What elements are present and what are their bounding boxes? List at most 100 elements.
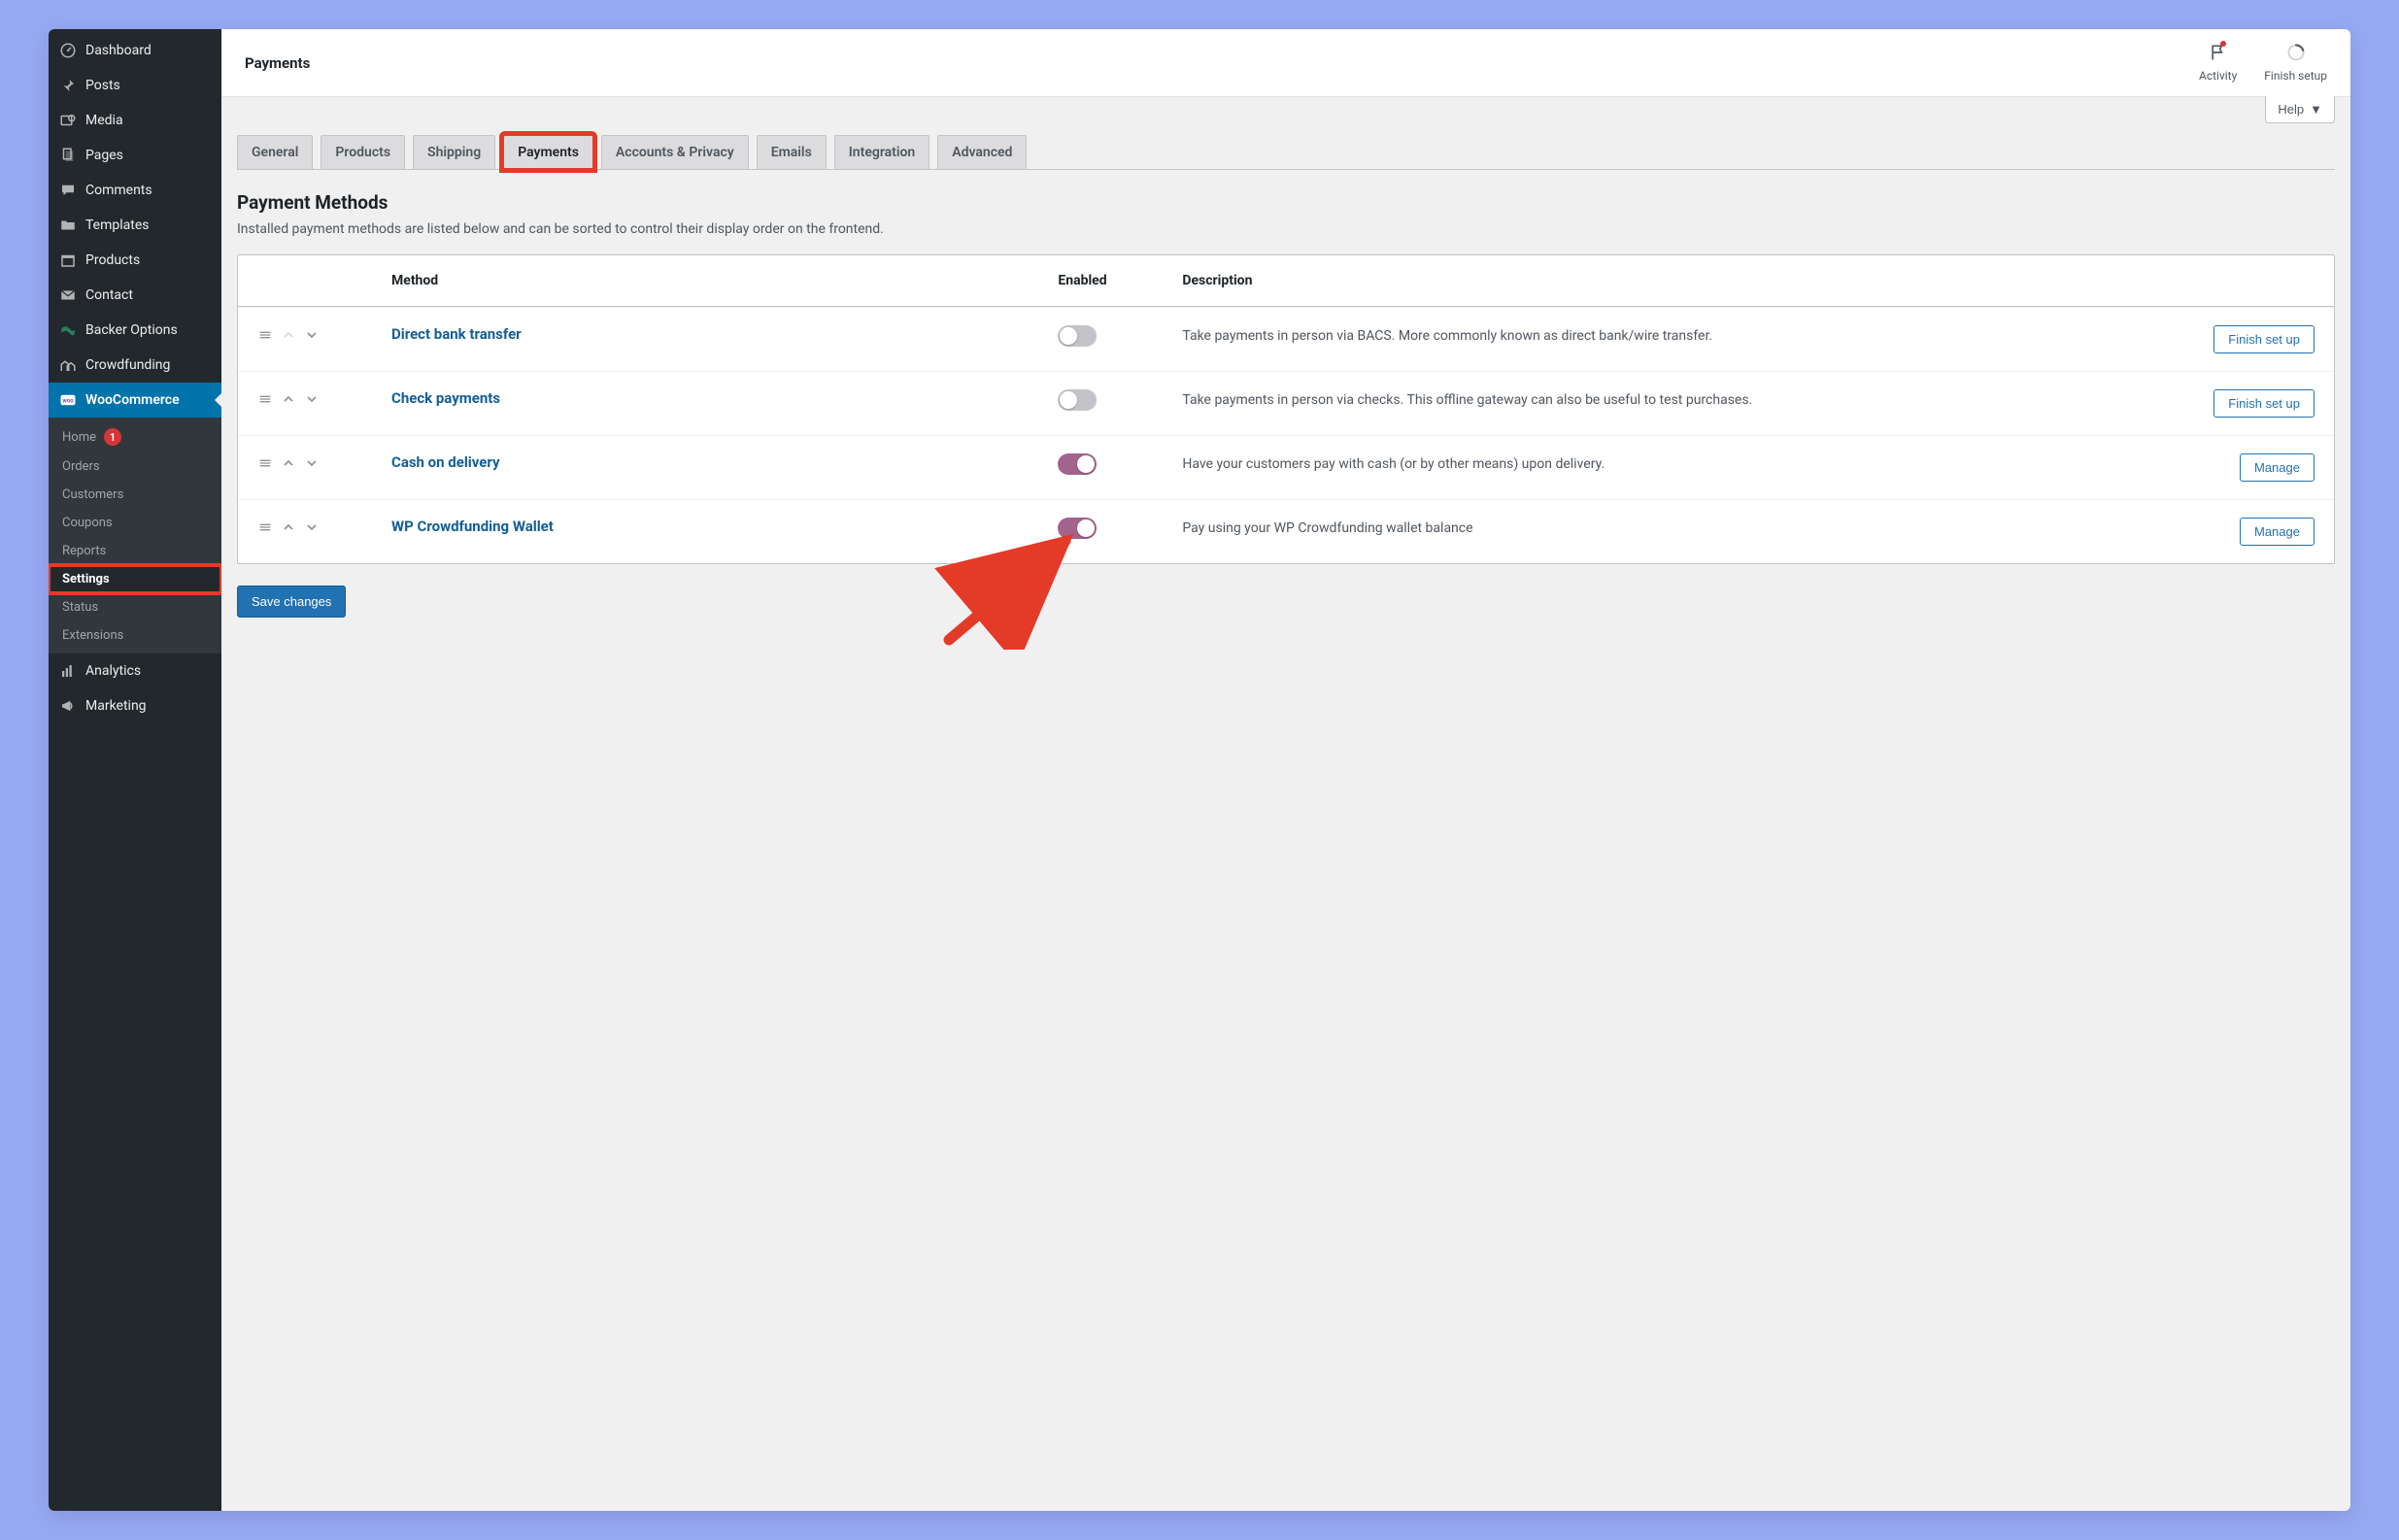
analytics-icon — [58, 661, 78, 681]
sidebar-sub-label: Orders — [62, 459, 100, 474]
move-down-icon[interactable] — [304, 519, 320, 539]
tab-label: General — [252, 145, 298, 160]
row-action-button[interactable]: Finish set up — [2213, 325, 2315, 353]
comment-icon — [58, 181, 78, 200]
tab-advanced[interactable]: Advanced — [937, 135, 1027, 169]
tab-label: Integration — [849, 145, 915, 160]
sidebar-item-pages[interactable]: Pages — [49, 138, 221, 173]
sidebar-sub-reports[interactable]: Reports — [49, 537, 221, 565]
payment-method-link[interactable]: WP Crowdfunding Wallet — [391, 518, 554, 535]
row-action-button[interactable]: Finish set up — [2213, 389, 2315, 418]
row-action-button[interactable]: Manage — [2240, 453, 2315, 482]
activity-dot-icon — [2220, 41, 2226, 47]
row-reorder-controls — [257, 325, 384, 347]
table-row: WP Crowdfunding WalletPay using your WP … — [238, 499, 2334, 563]
drag-handle-icon[interactable] — [257, 455, 273, 475]
sidebar-item-templates[interactable]: Templates — [49, 208, 221, 243]
help-dropdown[interactable]: Help ▼ — [2265, 96, 2335, 123]
payment-method-description: Take payments in person via checks. This… — [1182, 389, 2171, 411]
help-label: Help — [2278, 102, 2304, 117]
tab-label: Advanced — [952, 145, 1012, 160]
enabled-toggle[interactable] — [1058, 518, 1097, 539]
sidebar-sub-customers[interactable]: Customers — [49, 481, 221, 509]
tab-shipping[interactable]: Shipping — [413, 135, 495, 169]
row-action-label: Manage — [2254, 460, 2300, 475]
megaphone-icon — [58, 696, 78, 716]
sidebar-item-label: Pages — [85, 148, 123, 163]
sidebar-item-media[interactable]: Media — [49, 103, 221, 138]
finish-setup-button[interactable]: Finish setup — [2264, 43, 2327, 83]
tab-integration[interactable]: Integration — [834, 135, 929, 169]
sidebar-item-comments[interactable]: Comments — [49, 173, 221, 208]
enabled-toggle[interactable] — [1058, 389, 1097, 411]
flag-icon — [2209, 43, 2228, 65]
move-up-icon[interactable] — [281, 391, 296, 411]
drag-handle-icon[interactable] — [257, 327, 273, 347]
row-action-button[interactable]: Manage — [2240, 518, 2315, 546]
tab-general[interactable]: General — [237, 135, 313, 169]
media-icon — [58, 111, 78, 130]
activity-label: Activity — [2199, 69, 2237, 83]
settings-tabs: General ProductsShippingPaymentsAccounts … — [237, 135, 2335, 170]
sidebar-item-dashboard[interactable]: Dashboard — [49, 33, 221, 68]
table-row: Check payments Take payments in person vi… — [238, 371, 2334, 435]
move-down-icon[interactable] — [304, 391, 320, 411]
move-up-icon[interactable] — [281, 519, 296, 539]
sidebar-item-marketing[interactable]: Marketing — [49, 688, 221, 723]
row-action-label: Finish set up — [2228, 332, 2300, 347]
col-description: Description — [1182, 273, 2171, 288]
sidebar-sub-coupons[interactable]: Coupons — [49, 509, 221, 537]
tab-products[interactable]: Products — [321, 135, 405, 169]
row-action-label: Manage — [2254, 524, 2300, 539]
drag-handle-icon[interactable] — [257, 391, 273, 411]
sidebar-item-label: Marketing — [85, 698, 147, 714]
payment-method-link[interactable]: Direct bank transfer — [391, 325, 522, 343]
page-title: Payments — [245, 54, 2183, 72]
main-panel: Payments Activity Finish setup — [221, 29, 2350, 1511]
progress-ring-icon — [2286, 43, 2306, 65]
tab-payments[interactable]: Payments — [503, 135, 593, 169]
sidebar-item-contact[interactable]: Contact — [49, 278, 221, 313]
tab-accounts-privacy[interactable]: Accounts & Privacy — [601, 135, 749, 169]
sidebar-sub-settings[interactable]: Settings — [49, 565, 221, 593]
tab-emails[interactable]: Emails — [757, 135, 827, 169]
row-reorder-controls — [257, 389, 384, 411]
move-down-icon[interactable] — [304, 455, 320, 475]
activity-button[interactable]: Activity — [2199, 43, 2237, 83]
sidebar-sub-orders[interactable]: Orders — [49, 452, 221, 481]
sidebar-sub-extensions[interactable]: Extensions — [49, 621, 221, 650]
archive-icon — [58, 251, 78, 270]
sidebar-item-label: Contact — [85, 287, 133, 303]
enabled-toggle[interactable] — [1058, 453, 1097, 475]
sidebar-item-products[interactable]: Products — [49, 243, 221, 278]
table-header-row: Method Enabled Description — [238, 255, 2334, 307]
payment-method-link[interactable]: Check payments — [391, 389, 500, 407]
sidebar-item-crowdfunding[interactable]: Crowdfunding — [49, 348, 221, 383]
sidebar-item-woocommerce[interactable]: woo WooCommerce — [49, 383, 221, 418]
sidebar-item-posts[interactable]: Posts — [49, 68, 221, 103]
app-window: Dashboard Posts Media Pages CommentsTemplate… — [49, 29, 2350, 1511]
sidebar-sub-label: Status — [62, 600, 98, 615]
table-row: Cash on deliveryHave your customers pay … — [238, 435, 2334, 499]
section-description: Installed payment methods are listed bel… — [237, 221, 2335, 237]
move-up-icon[interactable] — [281, 455, 296, 475]
payment-method-link[interactable]: Cash on delivery — [391, 453, 500, 471]
help-row: Help ▼ — [221, 96, 2350, 123]
pages-icon — [58, 146, 78, 165]
sidebar-item-backer-options[interactable]: Backer Options — [49, 313, 221, 348]
tab-label: Emails — [771, 145, 812, 160]
enabled-toggle[interactable] — [1058, 325, 1097, 347]
sidebar-item-label: WooCommerce — [85, 392, 180, 408]
move-down-icon[interactable] — [304, 327, 320, 347]
save-changes-button[interactable]: Save changes — [237, 586, 346, 618]
money-icon — [58, 320, 78, 340]
sidebar-sub-label: Customers — [62, 487, 123, 502]
sidebar-sub-label: Settings — [62, 572, 110, 586]
sidebar-item-label: Posts — [85, 78, 120, 93]
sidebar-sub-status[interactable]: Status — [49, 593, 221, 621]
sidebar-sub-label: Coupons — [62, 516, 113, 530]
sidebar-sub-home[interactable]: Home1 — [49, 421, 221, 452]
folder-icon — [58, 216, 78, 235]
drag-handle-icon[interactable] — [257, 519, 273, 539]
sidebar-item-analytics[interactable]: Analytics — [49, 653, 221, 688]
